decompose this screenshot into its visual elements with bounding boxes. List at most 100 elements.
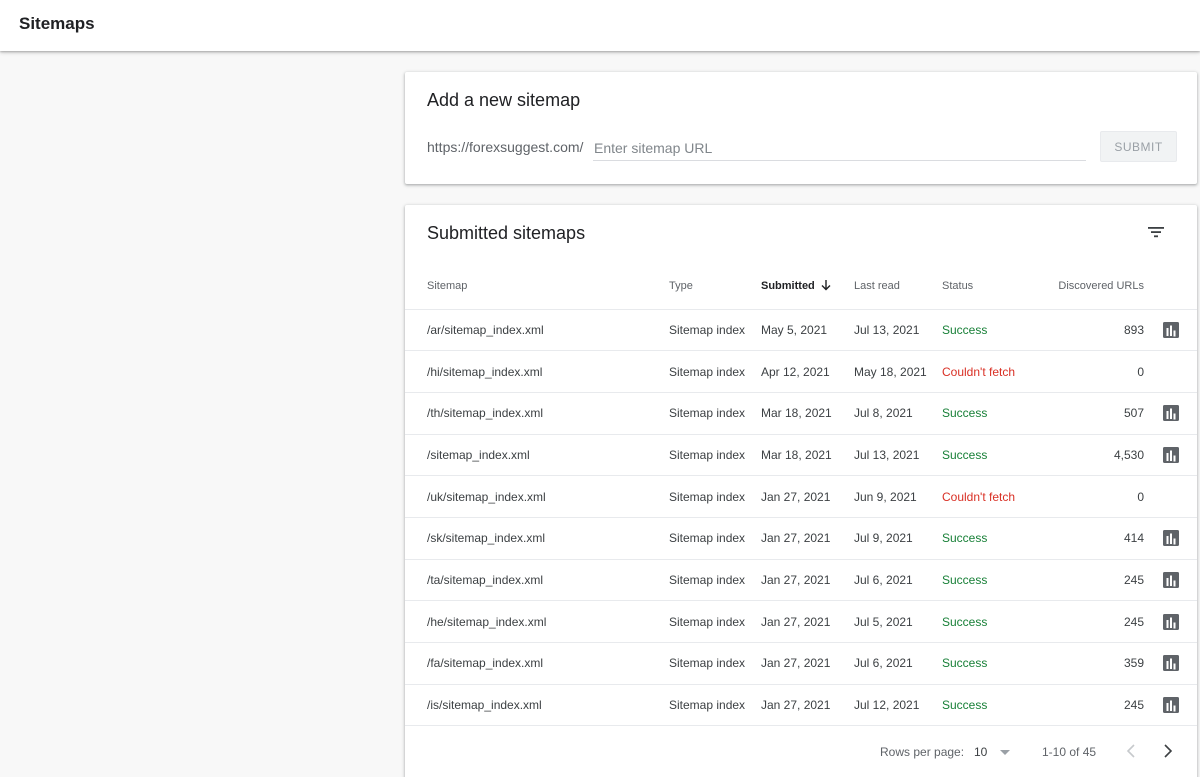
last-read-cell: Jul 5, 2021 bbox=[854, 600, 942, 643]
column-header-submitted[interactable]: Submitted bbox=[761, 263, 854, 310]
submitted-cell: Jan 27, 2021 bbox=[761, 642, 854, 685]
discovered-urls-cell: 0 bbox=[1032, 350, 1145, 393]
bar-chart-icon[interactable] bbox=[1163, 655, 1179, 672]
table-row[interactable]: /sitemap_index.xml Sitemap index Mar 18, 2… bbox=[405, 434, 1197, 477]
bar-chart-icon[interactable] bbox=[1163, 613, 1179, 630]
status-cell: Success bbox=[942, 600, 1032, 643]
last-read-cell: Jul 8, 2021 bbox=[854, 392, 942, 435]
last-read-cell: Jul 12, 2021 bbox=[854, 684, 942, 727]
chart-cell bbox=[1145, 350, 1197, 393]
table-row[interactable]: /th/sitemap_index.xml Sitemap index Mar 18… bbox=[405, 392, 1197, 435]
arrow-down-icon bbox=[821, 280, 831, 291]
type-cell: Sitemap index bbox=[669, 684, 761, 727]
chevron-right-icon[interactable] bbox=[1162, 743, 1174, 759]
submit-button[interactable]: SUBMIT bbox=[1100, 131, 1177, 162]
submitted-sitemaps-title: Submitted sitemaps bbox=[427, 223, 586, 243]
type-cell: Sitemap index bbox=[669, 475, 761, 518]
page-title: Sitemaps bbox=[19, 14, 95, 33]
status-cell: Success bbox=[942, 309, 1032, 352]
add-sitemap-title: Add a new sitemap bbox=[427, 90, 581, 110]
last-read-cell: Jul 9, 2021 bbox=[854, 517, 942, 560]
status-cell: Success bbox=[942, 684, 1032, 727]
sitemap-cell: /ar/sitemap_index.xml bbox=[405, 309, 669, 352]
chart-cell bbox=[1145, 684, 1197, 727]
bar-chart-icon[interactable] bbox=[1163, 530, 1179, 547]
status-cell: Couldn't fetch bbox=[942, 475, 1032, 518]
status-cell: Success bbox=[942, 517, 1032, 560]
column-header-sitemap[interactable]: Sitemap bbox=[405, 263, 669, 310]
filter-list-icon[interactable] bbox=[1146, 222, 1166, 242]
bar-chart-icon[interactable] bbox=[1163, 697, 1179, 714]
type-cell: Sitemap index bbox=[669, 517, 761, 560]
chart-cell bbox=[1145, 600, 1197, 643]
chart-cell bbox=[1145, 434, 1197, 477]
chart-cell bbox=[1145, 642, 1197, 685]
sitemap-cell: /he/sitemap_index.xml bbox=[405, 600, 669, 643]
bar-chart-icon[interactable] bbox=[1163, 321, 1179, 338]
submitted-cell: Jan 27, 2021 bbox=[761, 559, 854, 602]
discovered-urls-cell: 4,530 bbox=[1032, 434, 1145, 477]
type-cell: Sitemap index bbox=[669, 642, 761, 685]
bar-chart-icon[interactable] bbox=[1163, 571, 1179, 588]
submitted-cell: Apr 12, 2021 bbox=[761, 350, 854, 393]
status-cell: Success bbox=[942, 392, 1032, 435]
submitted-cell: Jan 27, 2021 bbox=[761, 684, 854, 727]
sitemap-cell: /fa/sitemap_index.xml bbox=[405, 642, 669, 685]
submitted-cell: May 5, 2021 bbox=[761, 309, 854, 352]
discovered-urls-cell: 245 bbox=[1032, 559, 1145, 602]
status-cell: Success bbox=[942, 559, 1032, 602]
submitted-cell: Jan 27, 2021 bbox=[761, 475, 854, 518]
table-row[interactable]: /ta/sitemap_index.xml Sitemap index Jan 27… bbox=[405, 559, 1197, 602]
table-row[interactable]: /sk/sitemap_index.xml Sitemap index Jan 27… bbox=[405, 517, 1197, 560]
column-header-submitted-label: Submitted bbox=[761, 279, 815, 292]
sitemap-cell: /uk/sitemap_index.xml bbox=[405, 475, 669, 518]
table-row[interactable]: /uk/sitemap_index.xml Sitemap index Jan 27… bbox=[405, 475, 1197, 518]
status-cell: Success bbox=[942, 642, 1032, 685]
table-row[interactable]: /hi/sitemap_index.xml Sitemap index Apr 12… bbox=[405, 350, 1197, 393]
table-header-row: Sitemap Type Submitted Last read Status … bbox=[405, 263, 1197, 310]
discovered-urls-cell: 245 bbox=[1032, 600, 1145, 643]
sitemap-cell: /is/sitemap_index.xml bbox=[405, 684, 669, 727]
submitted-cell: Mar 18, 2021 bbox=[761, 392, 854, 435]
discovered-urls-cell: 893 bbox=[1032, 309, 1145, 352]
column-header-discovered-urls[interactable]: Discovered URLs bbox=[1032, 263, 1145, 310]
discovered-urls-cell: 359 bbox=[1032, 642, 1145, 685]
submitted-sitemaps-card: Submitted sitemaps Sitemap Type Submitte… bbox=[405, 205, 1197, 777]
submitted-cell: Jan 27, 2021 bbox=[761, 517, 854, 560]
discovered-urls-cell: 245 bbox=[1032, 684, 1145, 727]
column-header-last-read[interactable]: Last read bbox=[854, 263, 942, 310]
type-cell: Sitemap index bbox=[669, 392, 761, 435]
chart-cell bbox=[1145, 517, 1197, 560]
discovered-urls-cell: 507 bbox=[1032, 392, 1145, 435]
column-header-status[interactable]: Status bbox=[942, 263, 1032, 310]
bar-chart-icon[interactable] bbox=[1163, 405, 1179, 422]
status-cell: Success bbox=[942, 434, 1032, 477]
type-cell: Sitemap index bbox=[669, 434, 761, 477]
chart-cell bbox=[1145, 309, 1197, 352]
last-read-cell: Jun 9, 2021 bbox=[854, 475, 942, 518]
table-row[interactable]: /he/sitemap_index.xml Sitemap index Jan 27… bbox=[405, 600, 1197, 643]
rows-per-page-select[interactable]: 10 bbox=[974, 745, 987, 759]
status-cell: Couldn't fetch bbox=[942, 350, 1032, 393]
table-row[interactable]: /ar/sitemap_index.xml Sitemap index May 5,… bbox=[405, 309, 1197, 352]
sitemap-cell: /hi/sitemap_index.xml bbox=[405, 350, 669, 393]
sitemap-cell: /sitemap_index.xml bbox=[405, 434, 669, 477]
sitemap-url-input[interactable] bbox=[593, 136, 1086, 161]
last-read-cell: Jul 6, 2021 bbox=[854, 559, 942, 602]
add-sitemap-card: Add a new sitemap https://forexsuggest.c… bbox=[405, 72, 1197, 184]
sitemap-cell: /sk/sitemap_index.xml bbox=[405, 517, 669, 560]
dropdown-arrow-icon[interactable] bbox=[1000, 750, 1010, 755]
table-row[interactable]: /fa/sitemap_index.xml Sitemap index Jan 27… bbox=[405, 642, 1197, 685]
table-body: /ar/sitemap_index.xml Sitemap index May 5,… bbox=[405, 309, 1197, 727]
bar-chart-icon[interactable] bbox=[1163, 446, 1179, 463]
chevron-left-icon[interactable] bbox=[1125, 743, 1137, 759]
sitemaps-table: Sitemap Type Submitted Last read Status … bbox=[405, 263, 1197, 727]
top-app-bar: Sitemaps bbox=[0, 0, 1200, 51]
pagination: Rows per page: 10 1-10 of 45 bbox=[405, 729, 1197, 773]
rows-per-page-label: Rows per page: bbox=[880, 745, 965, 759]
type-cell: Sitemap index bbox=[669, 559, 761, 602]
column-header-type[interactable]: Type bbox=[669, 263, 761, 310]
table-row[interactable]: /is/sitemap_index.xml Sitemap index Jan 27… bbox=[405, 684, 1197, 727]
sitemap-cell: /th/sitemap_index.xml bbox=[405, 392, 669, 435]
column-header-chart bbox=[1145, 263, 1197, 310]
